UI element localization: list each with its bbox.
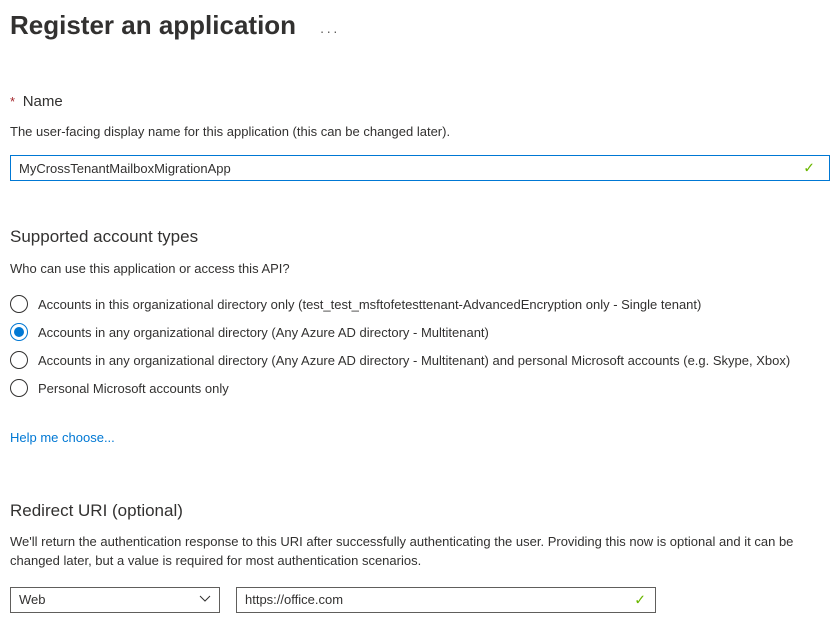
required-indicator: * [10, 94, 15, 109]
radio-label: Accounts in this organizational director… [38, 297, 701, 312]
radio-icon [10, 323, 28, 341]
radio-icon [10, 295, 28, 313]
radio-option-multitenant-personal[interactable]: Accounts in any organizational directory… [10, 346, 825, 374]
radio-icon [10, 351, 28, 369]
name-description: The user-facing display name for this ap… [10, 124, 825, 139]
name-label: Name [23, 93, 63, 110]
checkmark-icon: ✓ [803, 160, 815, 177]
platform-select[interactable]: Web [10, 587, 220, 613]
radio-icon [10, 379, 28, 397]
account-types-heading: Supported account types [10, 227, 825, 247]
more-icon[interactable]: ··· [320, 23, 340, 39]
account-types-question: Who can use this application or access t… [10, 261, 825, 276]
name-input[interactable] [10, 155, 830, 181]
radio-label: Accounts in any organizational directory… [38, 353, 790, 368]
redirect-uri-input[interactable] [236, 587, 656, 613]
redirect-uri-heading: Redirect URI (optional) [10, 501, 825, 521]
chevron-down-icon [199, 594, 211, 606]
radio-label: Accounts in any organizational directory… [38, 325, 489, 340]
redirect-uri-description: We'll return the authentication response… [10, 533, 825, 571]
radio-option-multitenant[interactable]: Accounts in any organizational directory… [10, 318, 825, 346]
help-me-choose-link[interactable]: Help me choose... [10, 430, 115, 445]
radio-option-single-tenant[interactable]: Accounts in this organizational director… [10, 290, 825, 318]
account-types-radio-group: Accounts in this organizational director… [10, 290, 825, 402]
platform-select-value: Web [19, 592, 199, 607]
radio-option-personal-only[interactable]: Personal Microsoft accounts only [10, 374, 825, 402]
page-title: Register an application [10, 10, 296, 41]
radio-label: Personal Microsoft accounts only [38, 381, 229, 396]
checkmark-icon: ✓ [634, 591, 646, 608]
